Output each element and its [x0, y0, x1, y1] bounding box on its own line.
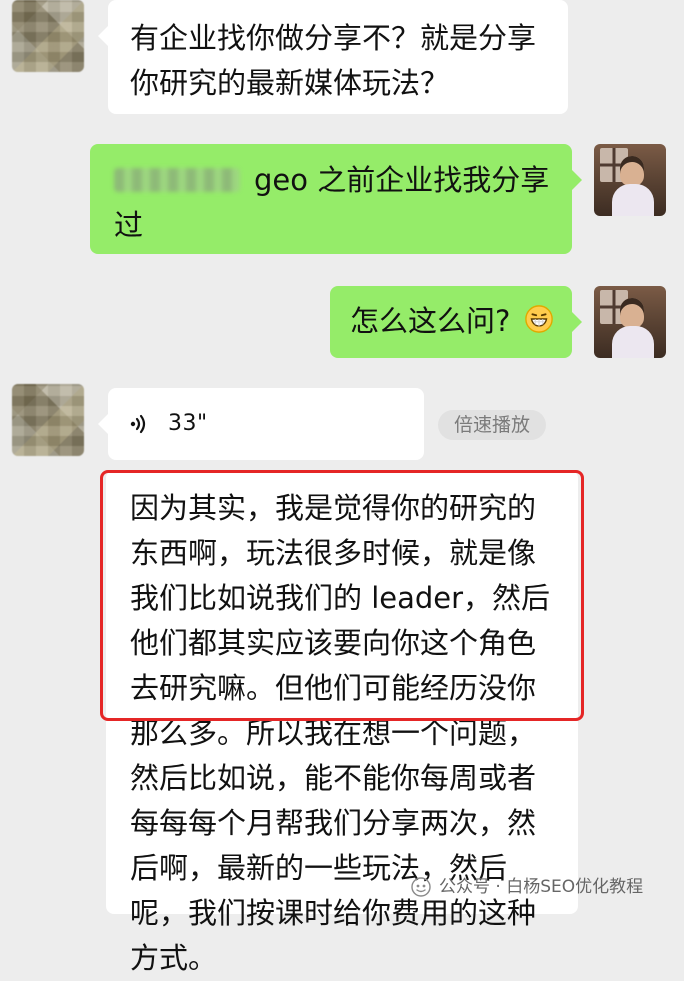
transcript-line: 东西啊，玩法很多时候，就是像	[130, 536, 537, 570]
transcript-line: 方式。	[130, 941, 218, 975]
watermark-text: 公众号 · 白杨SEO优化教程	[439, 877, 644, 897]
message-text-content: geo 之前企业找我分享	[254, 163, 550, 197]
contact-avatar[interactable]	[12, 0, 84, 72]
avatar-shirt-graphic	[612, 184, 654, 216]
blurred-contact-name	[114, 168, 240, 192]
message-text-line: 有企业找你做分享不？就是分享	[130, 21, 537, 55]
user-avatar[interactable]	[594, 144, 666, 216]
grinning-face-emoji	[524, 305, 553, 333]
wechat-official-account-icon	[411, 877, 431, 897]
message-text-line: 过	[114, 208, 144, 242]
transcript-line: 然后比如说，能不能你每周或者	[130, 761, 537, 795]
voice-wave-icon	[130, 414, 146, 434]
outgoing-message-bubble[interactable]: geo 之前企业找我分享 过	[90, 144, 582, 254]
transcript-line: 他们都其实应该要向你这个角色	[130, 626, 537, 660]
contact-avatar[interactable]	[12, 384, 84, 456]
avatar-face-graphic	[620, 156, 644, 186]
transcript-line: 我们比如说我们的 leader，然后	[130, 581, 551, 615]
message-text-line: geo 之前企业找我分享	[114, 158, 550, 203]
transcript-line: 那么多。所以我在想一个问题，	[130, 716, 537, 750]
avatar-shirt-graphic	[612, 326, 654, 358]
voice-message-bubble[interactable]: 33"	[98, 388, 424, 460]
watermark: 公众号 · 白杨SEO优化教程	[411, 875, 643, 899]
transcript-line: 去研究嘛。但他们可能经历没你	[130, 671, 537, 705]
message-text-line: 你研究的最新媒体玩法？	[130, 66, 450, 100]
voice-duration: 33"	[168, 411, 208, 436]
transcript-line: 每每每个月帮我们分享两次，然	[130, 806, 537, 840]
playback-speed-button[interactable]: 倍速播放	[438, 410, 546, 440]
message-text: 怎么这么问?	[350, 304, 511, 338]
voice-transcript-bubble[interactable]: 因为其实，我是觉得你的研究的 东西啊，玩法很多时候，就是像 我们比如说我们的 l…	[106, 470, 578, 975]
outgoing-message-bubble[interactable]: 怎么这么问?	[330, 286, 582, 358]
avatar-face-graphic	[620, 298, 644, 328]
user-avatar[interactable]	[594, 286, 666, 358]
incoming-message-bubble[interactable]: 有企业找你做分享不？就是分享 你研究的最新媒体玩法？	[98, 0, 568, 114]
transcript-line: 因为其实，我是觉得你的研究的	[130, 491, 537, 525]
